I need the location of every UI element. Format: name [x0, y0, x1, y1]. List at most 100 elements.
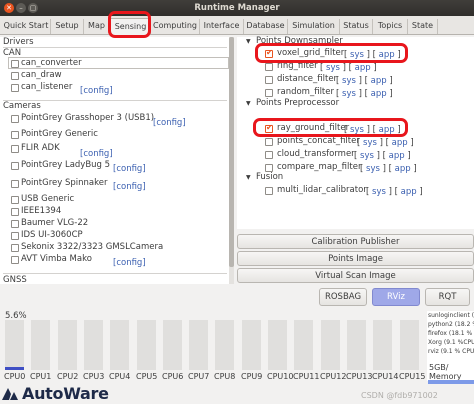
can-draw-checkbox[interactable] — [11, 72, 19, 80]
camera-checkbox[interactable] — [11, 180, 19, 188]
points-preprocessor-header: Points Preprocessor — [256, 98, 340, 108]
cpu-label: CPU0 — [4, 372, 26, 381]
camera-config-link[interactable]: [config] — [153, 118, 186, 128]
cpu-bar-track — [31, 320, 50, 370]
can-converter-label: can_converter — [21, 58, 82, 68]
app-link[interactable]: app — [379, 125, 395, 135]
can-listener-checkbox[interactable] — [11, 84, 19, 92]
camera-config-link[interactable]: [config] — [113, 164, 146, 174]
cpu-label: CPU6 — [162, 372, 184, 381]
collapse-arrow-icon[interactable]: ▼ — [246, 38, 251, 45]
sys-link[interactable]: sys — [360, 151, 374, 161]
gnss-group-header: GNSS — [3, 275, 27, 285]
camera-checkbox[interactable] — [11, 220, 19, 228]
random-filter-checkbox[interactable] — [265, 89, 273, 97]
memory-value: 5GB/ — [429, 363, 449, 372]
sys-link[interactable]: sys — [372, 187, 386, 197]
process-entry: python2 (18.2 % CPU, — [428, 321, 474, 328]
camera-checkbox[interactable] — [11, 232, 19, 240]
logo-text: AutoWare — [22, 384, 109, 403]
cpu-bar-track — [373, 320, 392, 370]
camera-config-link[interactable]: [config] — [113, 258, 146, 268]
points-concat-filter-checkbox[interactable] — [265, 138, 273, 146]
app-link[interactable]: app — [371, 89, 387, 99]
app-link[interactable]: app — [371, 76, 387, 86]
rqt-button[interactable]: RQT — [425, 288, 470, 306]
tab-interface[interactable]: Interface — [200, 19, 244, 34]
tab-status[interactable]: Status — [340, 19, 373, 34]
camera-config-link[interactable]: [config] — [113, 182, 146, 192]
cloud-transformer-checkbox[interactable] — [265, 151, 273, 159]
app-link[interactable]: app — [395, 164, 411, 174]
sys-link[interactable]: sys — [366, 164, 380, 174]
memory-label: 5GB/ Memory — [429, 363, 462, 381]
tab-state[interactable]: State — [408, 19, 438, 34]
cpu-label: CPU8 — [214, 372, 236, 381]
cpu-bar-track — [294, 320, 313, 370]
tab-topics[interactable]: Topics — [373, 19, 408, 34]
can-converter-checkbox[interactable] — [11, 60, 19, 68]
camera-checkbox[interactable] — [11, 208, 19, 216]
ring-filter-checkbox[interactable] — [265, 63, 273, 71]
app-link[interactable]: app — [389, 151, 405, 161]
tab-sensing[interactable]: Sensing — [110, 18, 151, 35]
camera-label: AVT Vimba Mako — [21, 254, 92, 264]
camera-config-link[interactable]: [config] — [80, 149, 113, 159]
camera-label: PointGrey LadyBug 5 — [21, 160, 111, 170]
camera-checkbox[interactable] — [11, 115, 19, 123]
sys-link[interactable]: sys — [363, 138, 377, 148]
tab-quick-start[interactable]: Quick Start — [2, 19, 51, 34]
random-filter-links: [ sys ] [ app ] — [336, 89, 393, 99]
sys-link[interactable]: sys — [326, 63, 340, 73]
camera-checkbox[interactable] — [11, 244, 19, 252]
cpu-label: CPU4 — [109, 372, 131, 381]
points-image-button[interactable]: Points Image — [237, 251, 474, 266]
collapse-arrow-icon[interactable]: ▼ — [246, 100, 251, 107]
camera-checkbox[interactable] — [11, 256, 19, 264]
tab-setup[interactable]: Setup — [51, 19, 84, 34]
process-entry: Xorg (9.1 %CPU — [428, 339, 474, 346]
rosbag-button[interactable]: ROSBAG — [319, 288, 367, 306]
sys-link[interactable]: sys — [350, 50, 364, 60]
tab-database[interactable]: Database — [244, 19, 288, 34]
camera-label: PointGrey Generic — [21, 129, 98, 139]
distance-filter-checkbox[interactable] — [265, 76, 273, 84]
camera-checkbox[interactable] — [11, 196, 19, 204]
app-link[interactable]: app — [392, 138, 408, 148]
virtual-scan-image-button[interactable]: Virtual Scan Image — [237, 268, 474, 283]
cpu-label: CPU12 — [320, 372, 347, 381]
camera-checkbox[interactable] — [11, 131, 19, 139]
drivers-scroll-thumb[interactable] — [229, 37, 234, 267]
camera-label: FLIR ADK — [21, 143, 60, 153]
collapse-arrow-icon[interactable]: ▼ — [246, 174, 251, 181]
ray-ground-filter-links: [ sys ] [ app ] — [344, 125, 401, 135]
multi-lidar-calibrator-checkbox[interactable] — [265, 187, 273, 195]
app-link[interactable]: app — [379, 50, 395, 60]
camera-checkbox[interactable] — [11, 145, 19, 153]
can-listener-config-link[interactable]: [config] — [80, 86, 113, 96]
tab-map[interactable]: Map — [84, 19, 110, 34]
sys-link[interactable]: sys — [342, 76, 356, 86]
sys-link[interactable]: sys — [342, 89, 356, 99]
cpu-bar-track — [400, 320, 419, 370]
cpu-label: CPU15 — [399, 372, 426, 381]
can-draw-label: can_draw — [21, 70, 62, 80]
sys-link[interactable]: sys — [350, 125, 364, 135]
tab-computing[interactable]: Computing — [151, 19, 200, 34]
cpu-label: CPU11 — [293, 372, 320, 381]
app-link[interactable]: app — [355, 63, 371, 73]
rviz-button[interactable]: RViz — [372, 288, 420, 306]
cpu-label: CPU3 — [83, 372, 105, 381]
calibration-publisher-button[interactable]: Calibration Publisher — [237, 234, 474, 249]
camera-checkbox[interactable] — [11, 162, 19, 170]
window-title: Runtime Manager — [194, 3, 280, 13]
ray-ground-filter-checkbox[interactable] — [265, 123, 273, 133]
cpu-label: CPU14 — [372, 372, 399, 381]
compare-map-filter-checkbox[interactable] — [265, 164, 273, 172]
watermark: CSDN @fdb971002 — [361, 391, 438, 400]
cpu-bar-track — [242, 320, 261, 370]
cpu-label: CPU10 — [267, 372, 294, 381]
voxel-grid-filter-checkbox[interactable] — [265, 48, 273, 58]
tab-simulation[interactable]: Simulation — [288, 19, 340, 34]
app-link[interactable]: app — [401, 187, 417, 197]
